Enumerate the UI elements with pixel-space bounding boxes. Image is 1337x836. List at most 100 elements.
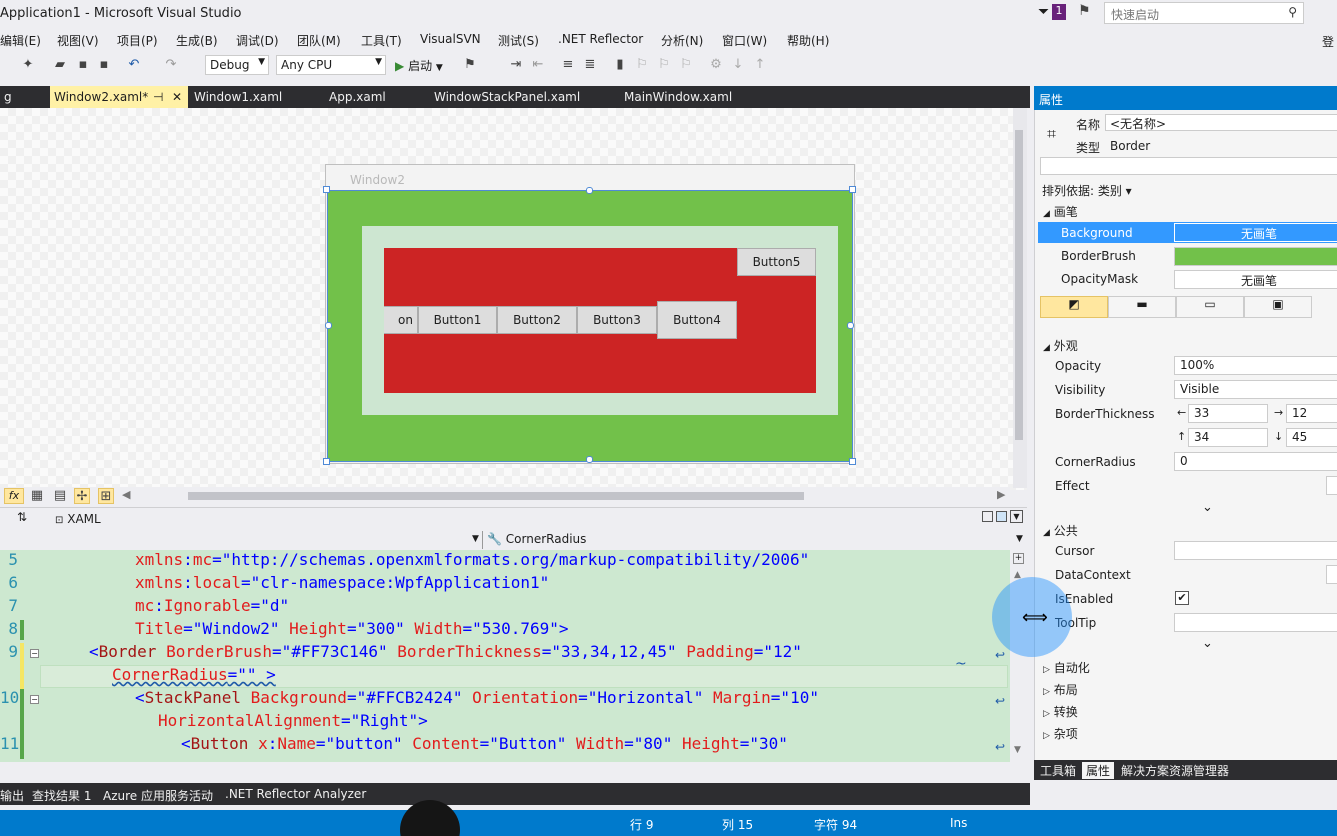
opacitymask-label[interactable]: OpacityMask bbox=[1061, 272, 1138, 286]
menu-tools[interactable]: 工具(T) bbox=[361, 32, 402, 49]
resize-handle[interactable] bbox=[849, 186, 856, 193]
tab-windowstackpanel[interactable]: WindowStackPanel.xaml bbox=[430, 86, 584, 108]
pin-icon[interactable]: ⊣ bbox=[153, 90, 163, 104]
datacontext-new-button[interactable] bbox=[1326, 565, 1337, 584]
platform-select[interactable]: Any CPU ▼ bbox=[276, 55, 386, 75]
swap-panes-icon[interactable]: ⇅ bbox=[17, 510, 27, 524]
resize-handle[interactable] bbox=[323, 458, 330, 465]
close-icon[interactable]: ✕ bbox=[172, 90, 182, 104]
scroll-down-icon[interactable]: ▼ bbox=[1014, 745, 1021, 755]
button3[interactable]: Button3 bbox=[577, 306, 657, 334]
tab-output[interactable]: 输出 bbox=[0, 787, 24, 804]
split-horizontal-icon[interactable] bbox=[996, 511, 1007, 522]
borderbrush-swatch[interactable] bbox=[1174, 247, 1337, 266]
layout-icon[interactable]: ▤ bbox=[52, 488, 68, 504]
bt-left-input[interactable]: 33 bbox=[1188, 404, 1268, 423]
chevron-down-icon[interactable]: ▼ bbox=[1016, 534, 1023, 544]
quick-launch-input[interactable]: 快速启动 ⚲ bbox=[1104, 2, 1304, 24]
menu-debug[interactable]: 调试(D) bbox=[236, 32, 279, 49]
member-dropdown[interactable]: 🔧 CornerRadius bbox=[487, 532, 586, 546]
tooltip-input[interactable] bbox=[1174, 613, 1337, 632]
collapse-icon[interactable]: − bbox=[30, 695, 39, 704]
section-common[interactable]: ◢ 公共 bbox=[1043, 522, 1078, 539]
chevron-down-icon[interactable]: ⌄ bbox=[1202, 500, 1213, 515]
tab-azure[interactable]: Azure 应用服务活动 bbox=[103, 787, 213, 804]
menu-visualsvn[interactable]: VisualSVN bbox=[420, 32, 481, 46]
tab-window1[interactable]: Window1.xaml bbox=[190, 86, 286, 108]
image-brush-icon[interactable]: ▣ bbox=[1244, 296, 1312, 318]
fx-icon[interactable]: fx bbox=[4, 488, 24, 504]
margin-handle[interactable] bbox=[847, 322, 854, 329]
comment-icon[interactable]: ≡ bbox=[560, 57, 576, 73]
bt-right-input[interactable]: 12 bbox=[1286, 404, 1337, 423]
menu-reflector[interactable]: .NET Reflector bbox=[558, 32, 643, 46]
menu-team[interactable]: 团队(M) bbox=[297, 32, 341, 49]
config-select[interactable]: Debug ▼ bbox=[205, 55, 269, 75]
section-misc[interactable]: ▷ 杂项 bbox=[1043, 725, 1078, 742]
opacitymask-value[interactable]: 无画笔 bbox=[1174, 270, 1337, 289]
start-button[interactable]: ▶ 启动 ▼ bbox=[395, 57, 443, 74]
menu-analyze[interactable]: 分析(N) bbox=[661, 32, 703, 49]
cornerradius-input[interactable]: 0 bbox=[1174, 452, 1337, 471]
arrow-up-icon[interactable]: ↑ bbox=[752, 57, 768, 73]
xaml-editor[interactable]: 5 xmlns:mc="http://schemas.openxmlformats… bbox=[0, 550, 1010, 762]
margin-handle[interactable] bbox=[586, 187, 593, 194]
property-search-input[interactable] bbox=[1040, 157, 1337, 175]
button1[interactable]: Button1 bbox=[418, 306, 497, 334]
section-automation[interactable]: ▷ 自动化 bbox=[1043, 659, 1090, 676]
prev-bookmark-icon[interactable]: ⚐ bbox=[634, 57, 650, 73]
borderbrush-label[interactable]: BorderBrush bbox=[1061, 249, 1136, 263]
split-editor-icon[interactable]: + bbox=[1013, 553, 1024, 564]
gradient-brush-icon[interactable]: ▭ bbox=[1176, 296, 1244, 318]
tab-mainwindow[interactable]: MainWindow.xaml bbox=[620, 86, 736, 108]
menu-build[interactable]: 生成(B) bbox=[176, 32, 218, 49]
bt-bottom-input[interactable]: 45 bbox=[1286, 428, 1337, 447]
opacity-input[interactable]: 100% bbox=[1174, 356, 1337, 375]
sort-by-dropdown[interactable]: 排列依据: 类别 ▾ bbox=[1042, 182, 1132, 199]
undo-icon[interactable]: ↶ bbox=[126, 57, 142, 73]
clear-bookmark-icon[interactable]: ⚐ bbox=[678, 57, 694, 73]
tab-app[interactable]: App.xaml bbox=[325, 86, 390, 108]
section-transform[interactable]: ▷ 转换 bbox=[1043, 703, 1078, 720]
solid-brush-icon[interactable]: ▬ bbox=[1108, 296, 1176, 318]
new-project-icon[interactable]: ✦ bbox=[20, 57, 36, 73]
margin-handle[interactable] bbox=[586, 456, 593, 463]
button4[interactable]: Button4 bbox=[657, 301, 737, 339]
tab-window2[interactable]: Window2.xaml* ⊣ ✕ bbox=[50, 86, 188, 108]
next-bookmark-icon[interactable]: ⚐ bbox=[656, 57, 672, 73]
section-layout[interactable]: ▷ 布局 bbox=[1043, 681, 1078, 698]
bt-top-input[interactable]: 34 bbox=[1188, 428, 1268, 447]
menu-project[interactable]: 项目(P) bbox=[117, 32, 158, 49]
designer-hscroll-thumb[interactable] bbox=[188, 492, 804, 500]
menu-view[interactable]: 视图(V) bbox=[57, 32, 99, 49]
tab-properties[interactable]: 属性 bbox=[1082, 762, 1115, 779]
resize-handle[interactable] bbox=[323, 186, 330, 193]
menu-test[interactable]: 测试(S) bbox=[498, 32, 539, 49]
section-brush[interactable]: ◢ 画笔 bbox=[1043, 203, 1078, 220]
step-icon[interactable]: ⇥ bbox=[508, 57, 524, 73]
tab-solution-explorer[interactable]: 解决方案资源管理器 bbox=[1117, 762, 1233, 779]
chevron-down-icon[interactable]: ⌄ bbox=[1202, 636, 1213, 651]
scroll-right-icon[interactable]: ▶ bbox=[997, 488, 1005, 501]
cursor-select[interactable] bbox=[1174, 541, 1337, 560]
menu-window[interactable]: 窗口(W) bbox=[722, 32, 767, 49]
collapse-icon[interactable]: − bbox=[30, 649, 39, 658]
bookmark-icon[interactable]: ▮ bbox=[612, 57, 628, 73]
find-icon[interactable]: ⚑ bbox=[462, 57, 478, 73]
hierarchy-icon[interactable]: ⚙ bbox=[708, 57, 724, 73]
effect-new-button[interactable] bbox=[1326, 476, 1337, 495]
snap-lines-icon[interactable]: ⊞ bbox=[98, 488, 114, 504]
margin-handle[interactable] bbox=[325, 322, 332, 329]
menu-edit[interactable]: 编辑(E) bbox=[0, 32, 41, 49]
save-all-icon[interactable]: ▪ bbox=[96, 57, 112, 73]
redo-icon[interactable]: ↷ bbox=[163, 57, 179, 73]
background-label[interactable]: Background bbox=[1061, 226, 1133, 240]
feedback-icon[interactable]: ⚑ bbox=[1078, 3, 1091, 19]
chevron-down-icon[interactable]: ▼ bbox=[472, 534, 479, 544]
button2[interactable]: Button2 bbox=[497, 306, 577, 334]
xaml-tab[interactable]: ⊡ XAML bbox=[55, 512, 101, 526]
button-partial[interactable]: on bbox=[384, 306, 418, 334]
background-value[interactable]: 无画笔 bbox=[1174, 223, 1337, 242]
name-input[interactable]: <无名称> bbox=[1105, 114, 1337, 131]
menu-help[interactable]: 帮助(H) bbox=[787, 32, 829, 49]
